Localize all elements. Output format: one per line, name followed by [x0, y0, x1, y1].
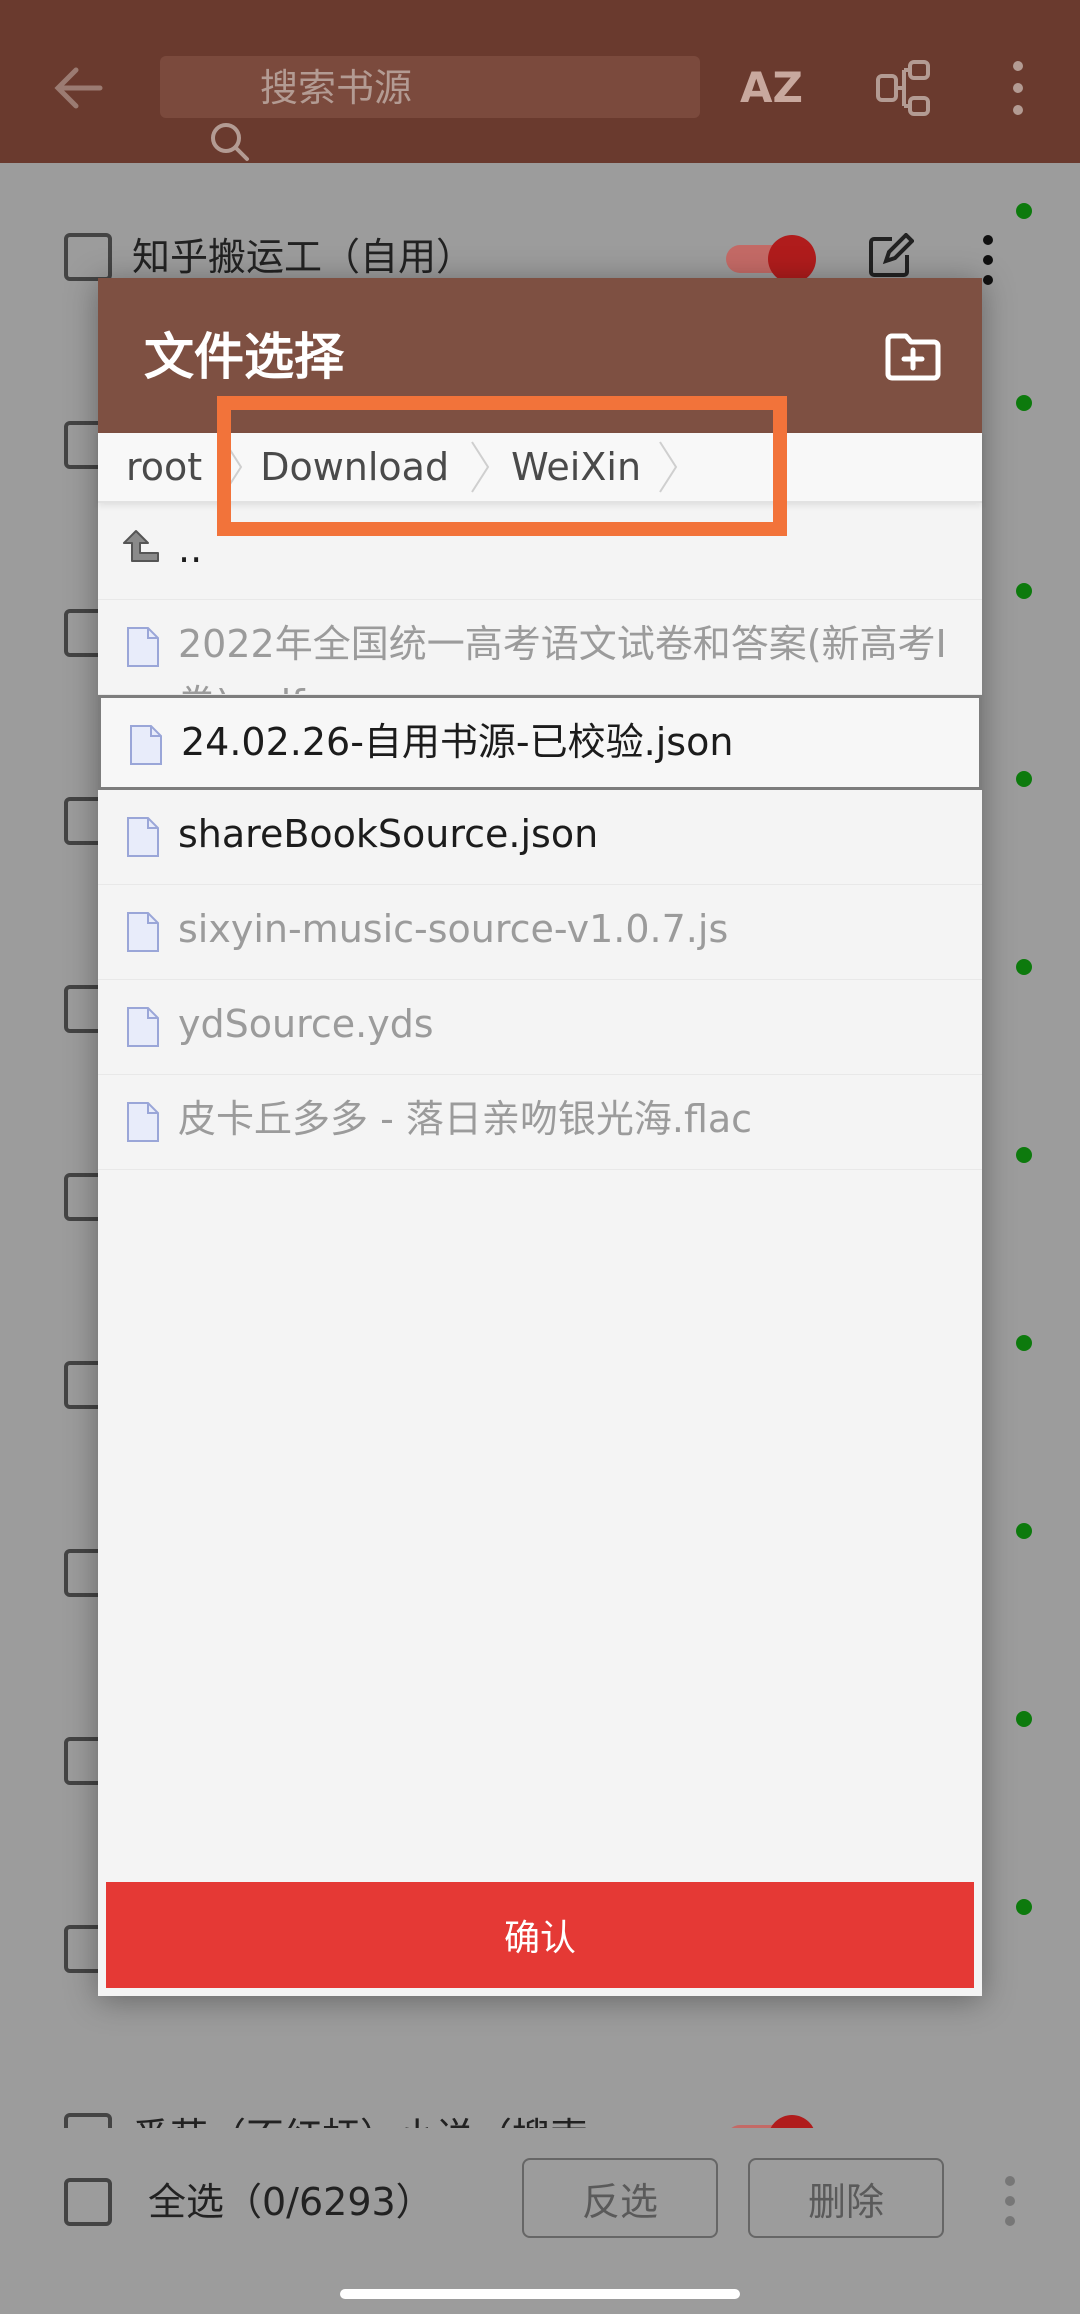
- select-all-checkbox[interactable]: [64, 2178, 112, 2226]
- group-icon[interactable]: [874, 58, 934, 118]
- file-row[interactable]: ydSource.yds: [98, 980, 982, 1075]
- file-name: sixyin-music-source-v1.0.7.js: [178, 907, 729, 951]
- file-row[interactable]: 2022年全国统一高考语文试卷和答案(新高考Ⅰ卷).pdf: [98, 600, 982, 695]
- breadcrumb-download[interactable]: Download: [244, 432, 469, 502]
- row-checkbox[interactable]: [64, 2113, 112, 2128]
- parent-directory-row[interactable]: ..: [98, 505, 982, 600]
- search-placeholder: 搜索书源: [260, 66, 413, 110]
- status-dot: [1016, 395, 1032, 411]
- breadcrumb-weixin[interactable]: WeiXin: [491, 432, 657, 502]
- status-dot: [1016, 771, 1032, 787]
- bottom-more-icon[interactable]: [1002, 2174, 1018, 2228]
- file-row[interactable]: sixyin-music-source-v1.0.7.js: [98, 885, 982, 980]
- overflow-menu-icon[interactable]: [1006, 58, 1030, 118]
- row-more-icon[interactable]: [980, 233, 996, 287]
- select-all-label[interactable]: 全选（0/6293）: [148, 2172, 434, 2232]
- confirm-button[interactable]: 确认: [106, 1882, 974, 1988]
- dialog-title: 文件选择: [144, 328, 344, 386]
- home-indicator[interactable]: [340, 2289, 740, 2299]
- file-name: 2022年全国统一高考语文试卷和答案(新高考Ⅰ卷).pdf: [178, 622, 947, 694]
- source-name: 知乎搬运工（自用）: [132, 235, 475, 279]
- list-item[interactable]: 番茄（不红杆）小说（搜索: [0, 2043, 1080, 2128]
- bottom-action-bar: 全选（0/6293） 反选 删除: [0, 2128, 1080, 2271]
- file-icon: [127, 1102, 159, 1142]
- breadcrumb: root Download WeiXin: [98, 433, 982, 503]
- file-row-selected[interactable]: 24.02.26-自用书源-已校验.json: [98, 695, 982, 790]
- file-icon: [127, 817, 159, 857]
- file-row[interactable]: shareBookSource.json: [98, 790, 982, 885]
- breadcrumb-root[interactable]: root: [98, 432, 222, 502]
- enable-toggle[interactable]: [726, 235, 816, 283]
- file-icon: [127, 1007, 159, 1047]
- file-chooser-dialog: 文件选择 root Download WeiXin .. 2022年全国统一高考…: [98, 278, 982, 1996]
- file-icon: [127, 627, 159, 667]
- system-nav-bar: [0, 2271, 1080, 2314]
- source-name: 番茄（不红杆）小说（搜索: [132, 2109, 588, 2128]
- back-arrow-icon[interactable]: [50, 60, 106, 116]
- status-dot: [1016, 1147, 1032, 1163]
- chevron-right-icon: [471, 441, 490, 493]
- row-checkbox[interactable]: [64, 233, 112, 281]
- file-name: 皮卡丘多多 - 落日亲吻银光海.flac: [178, 1097, 753, 1141]
- status-dot: [1016, 1711, 1032, 1727]
- delete-button[interactable]: 删除: [748, 2158, 944, 2238]
- status-dot: [1016, 1523, 1032, 1539]
- status-dot: [1016, 1335, 1032, 1351]
- chevron-right-icon: [224, 441, 243, 493]
- file-name: ydSource.yds: [178, 1002, 434, 1046]
- status-dot: [1016, 583, 1032, 599]
- file-name: shareBookSource.json: [178, 812, 599, 856]
- status-dot: [1016, 203, 1032, 219]
- enable-toggle[interactable]: [726, 2115, 816, 2128]
- search-icon: [211, 123, 249, 161]
- file-list: .. 2022年全国统一高考语文试卷和答案(新高考Ⅰ卷).pdf 24.02.2…: [98, 505, 982, 1170]
- app-toolbar: 搜索书源 AZ: [0, 0, 1080, 163]
- file-row[interactable]: 皮卡丘多多 - 落日亲吻银光海.flac: [98, 1075, 982, 1170]
- invert-selection-button[interactable]: 反选: [522, 2158, 718, 2238]
- sort-az-button[interactable]: AZ: [740, 60, 803, 116]
- search-box[interactable]: [160, 56, 700, 161]
- new-folder-icon[interactable]: [884, 328, 942, 386]
- chevron-right-icon: [659, 441, 678, 493]
- edit-icon[interactable]: [866, 233, 914, 281]
- status-dot: [1016, 959, 1032, 975]
- file-icon: [127, 912, 159, 952]
- file-name: 24.02.26-自用书源-已校验.json: [181, 720, 734, 764]
- status-dot: [1016, 1899, 1032, 1915]
- file-icon: [130, 725, 162, 765]
- folder-up-icon: [123, 530, 159, 562]
- dialog-header: 文件选择: [98, 278, 982, 433]
- parent-directory-label: ..: [178, 527, 203, 571]
